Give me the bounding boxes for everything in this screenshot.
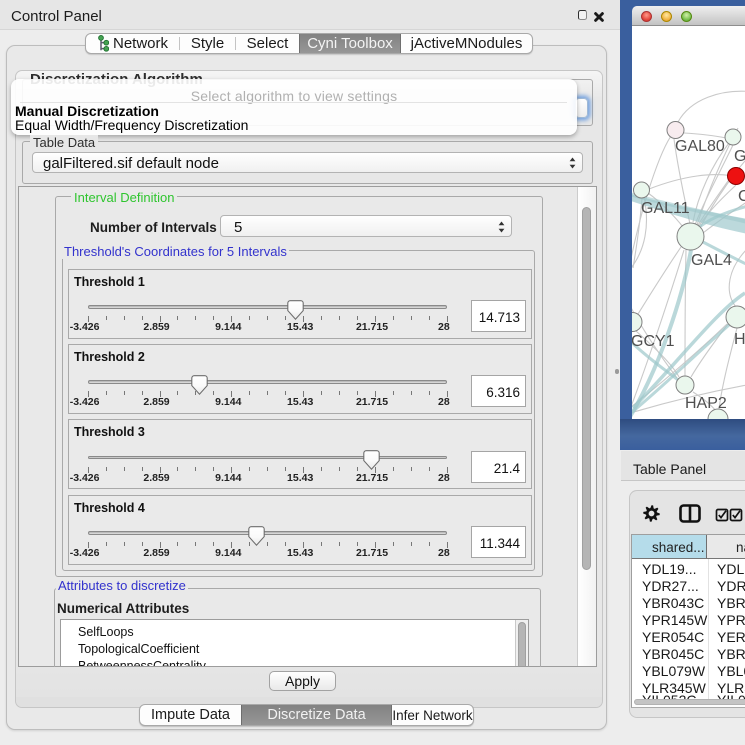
svg-text:C: C — [738, 188, 745, 205]
svg-text:HAP2: HAP2 — [685, 395, 727, 412]
svg-text:GCY1: GCY1 — [632, 333, 675, 350]
svg-text:GAL80: GAL80 — [675, 138, 725, 155]
svg-text:GA: GA — [734, 148, 745, 165]
svg-text:HI: HI — [734, 331, 745, 348]
svg-text:GAL4: GAL4 — [691, 252, 732, 269]
svg-text:GAL11: GAL11 — [641, 200, 690, 217]
